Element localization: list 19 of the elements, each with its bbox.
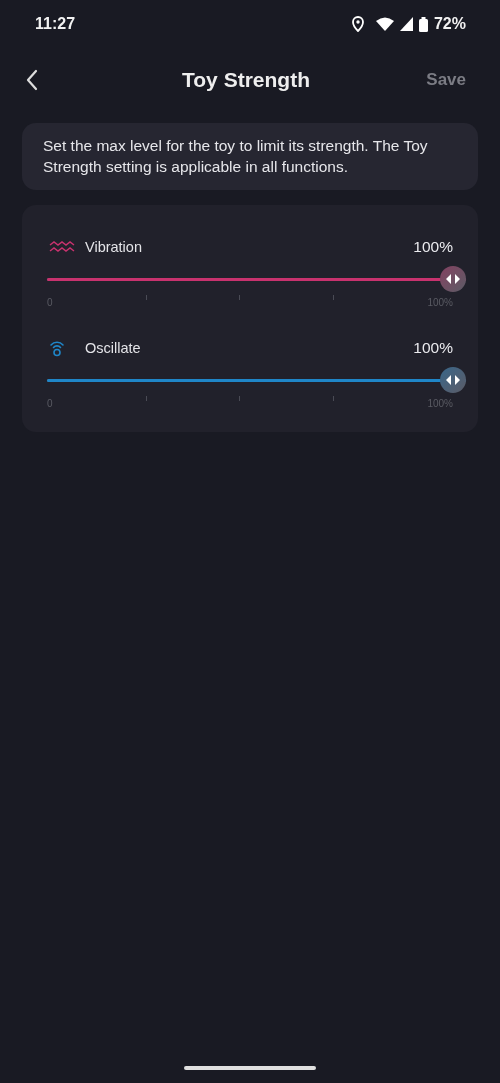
back-icon[interactable] (26, 69, 38, 91)
slider-thumb[interactable] (440, 367, 466, 393)
signal-waves-icon (49, 339, 65, 357)
wifi-icon (375, 17, 394, 31)
page-title: Toy Strength (181, 68, 311, 92)
wave-icon (49, 241, 75, 253)
slider-thumb[interactable] (440, 266, 466, 292)
location-icon (351, 16, 364, 32)
arrows-icon (446, 375, 460, 385)
arrows-icon (446, 274, 460, 284)
slider-value: 100% (413, 339, 453, 357)
battery-percent: 72% (433, 15, 466, 33)
signal-icon (399, 17, 413, 31)
slider-label: Vibration (85, 239, 143, 255)
info-text: Set the max level for the toy to limit its strength. The Toy Strength setting is applicable in all functions. (43, 136, 429, 177)
status-time: 11:27 (35, 15, 77, 33)
slider-label: Oscillate (85, 340, 142, 356)
battery-icon (418, 16, 428, 32)
slider-value: 100% (413, 238, 453, 256)
